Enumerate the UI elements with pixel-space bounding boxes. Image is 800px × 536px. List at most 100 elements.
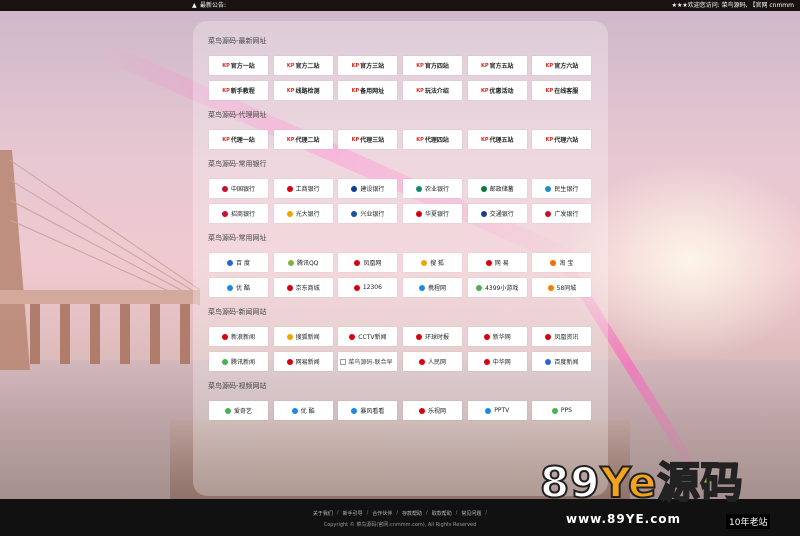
kp-logo-icon: KP: [416, 136, 424, 143]
youku-icon: [291, 407, 298, 414]
link-label: 凤凰资讯: [554, 334, 579, 341]
link-button[interactable]: 凤凰网: [338, 253, 398, 272]
link-button[interactable]: 网 易: [467, 253, 527, 272]
link-label: 代理四站: [424, 137, 449, 144]
links-panel: 菜鸟源码-最新网址 KP 官方一站 KP 官方二站 KP 官方三站 KP 官方四站 KP 官方五站 K…: [193, 21, 608, 496]
link-label: 中华网: [492, 359, 511, 366]
link-button[interactable]: 12306: [338, 278, 398, 297]
link-label: 备用网址: [360, 88, 385, 95]
link-button[interactable]: 暴风看看: [338, 401, 398, 420]
link-button[interactable]: 乐视网: [403, 401, 463, 420]
link-button[interactable]: 58同城: [532, 278, 592, 297]
baofeng-icon: [351, 407, 358, 414]
link-label: 官方六站: [554, 63, 579, 70]
link-label: 中国银行: [230, 186, 255, 193]
ccb-icon: [351, 185, 358, 192]
link-label: 代理五站: [489, 137, 514, 144]
link-button[interactable]: 交通银行: [467, 204, 527, 223]
link-button[interactable]: 凤凰资讯: [532, 327, 592, 346]
link-button[interactable]: KP 线路检测: [273, 81, 333, 100]
link-button[interactable]: 中华网: [467, 352, 527, 371]
link-button[interactable]: KP 代理三站: [338, 130, 398, 149]
link-button[interactable]: 百度新闻: [532, 352, 592, 371]
link-button[interactable]: 腾讯QQ: [273, 253, 333, 272]
link-button[interactable]: 腾讯新闻: [209, 352, 268, 371]
kp-logo-icon: KP: [480, 87, 489, 94]
link-button[interactable]: KP 在线客服: [532, 81, 592, 100]
link-button[interactable]: 爱奇艺: [209, 401, 268, 420]
kp-logo-icon: KP: [480, 136, 489, 143]
link-button[interactable]: KP 官方二站: [273, 56, 333, 75]
link-label: 携程网: [428, 285, 447, 292]
link-button[interactable]: KP 代理一站: [209, 130, 268, 149]
link-button[interactable]: KP 代理五站: [467, 130, 527, 149]
link-button[interactable]: 环球时报: [403, 327, 463, 346]
kp-logo-icon: KP: [416, 62, 424, 69]
link-button[interactable]: 招商银行: [209, 204, 268, 223]
ifeng-icon: [354, 259, 361, 266]
link-button[interactable]: 邮政储蓄: [467, 179, 527, 198]
link-button[interactable]: KP 代理四站: [403, 130, 463, 149]
link-label: 招商银行: [230, 211, 255, 218]
link-button[interactable]: KP 官方一站: [209, 56, 268, 75]
link-button[interactable]: 优 酷: [273, 401, 333, 420]
link-button[interactable]: 人民网: [403, 352, 463, 371]
link-button[interactable]: 建设银行: [338, 179, 398, 198]
footer-link[interactable]: 关于我们: [313, 510, 333, 517]
link-button[interactable]: KP 新手教程: [209, 81, 268, 100]
footer-link[interactable]: 取款帮助: [432, 510, 452, 517]
link-button[interactable]: 菜鸟源码-联合早: [338, 352, 398, 371]
link-button[interactable]: 兴业银行: [338, 204, 398, 223]
link-button[interactable]: KP 官方六站: [532, 56, 592, 75]
link-label: 广发银行: [554, 211, 579, 218]
link-grid: KP 官方一站 KP 官方二站 KP 官方三站 KP 官方四站 KP 官方五站 KP 官方六站 KP 新手…: [209, 56, 593, 100]
link-button[interactable]: PPTV: [467, 401, 527, 420]
link-button[interactable]: 农业银行: [403, 179, 463, 198]
link-button[interactable]: KP 代理六站: [532, 130, 592, 149]
kp-logo-icon: KP: [222, 62, 230, 69]
link-button[interactable]: 搜 狐: [403, 253, 463, 272]
link-button[interactable]: PPS: [532, 401, 592, 420]
link-button[interactable]: 百 度: [209, 253, 268, 272]
icbc-icon: [286, 185, 293, 192]
link-label: 代理三站: [360, 137, 385, 144]
link-button[interactable]: KP 官方四站: [403, 56, 463, 75]
footer-link[interactable]: 存款帮助: [402, 510, 422, 517]
kp-logo-icon: KP: [351, 62, 360, 69]
link-button[interactable]: KP 优惠活动: [467, 81, 527, 100]
link-button[interactable]: CCTV新闻: [338, 327, 398, 346]
link-button[interactable]: 广发银行: [532, 204, 592, 223]
link-button[interactable]: 淘 宝: [532, 253, 592, 272]
link-button[interactable]: 搜狐新闻: [273, 327, 333, 346]
link-label: 代理二站: [295, 137, 320, 144]
link-button[interactable]: 工商银行: [273, 179, 333, 198]
footer-link[interactable]: 常见问题: [461, 510, 481, 517]
baidu-news-icon: [545, 358, 552, 365]
link-button[interactable]: 新华网: [467, 327, 527, 346]
link-label: 优 酷: [300, 408, 315, 415]
footer-link[interactable]: 新手引导: [343, 510, 363, 517]
link-label: 建设银行: [360, 186, 385, 193]
link-button[interactable]: 光大银行: [273, 204, 333, 223]
link-button[interactable]: 华夏银行: [403, 204, 463, 223]
link-button[interactable]: KP 备用网址: [338, 81, 398, 100]
link-label: 优惠活动: [489, 88, 514, 95]
link-button[interactable]: 中国银行: [209, 179, 268, 198]
link-button[interactable]: 4399小游戏: [467, 278, 527, 297]
footer-link[interactable]: 合作伙伴: [372, 510, 392, 517]
link-label: 代理六站: [554, 137, 579, 144]
link-button[interactable]: 京东商城: [273, 278, 333, 297]
link-button[interactable]: KP 代理二站: [273, 130, 333, 149]
link-button[interactable]: 新浪新闻: [209, 327, 268, 346]
link-button[interactable]: 民生银行: [532, 179, 592, 198]
link-button[interactable]: 携程网: [403, 278, 463, 297]
link-button[interactable]: KP 官方三站: [338, 56, 398, 75]
link-button[interactable]: 网易新闻: [273, 352, 333, 371]
footer-separator: /: [426, 510, 428, 516]
link-button[interactable]: KP 官方五站: [467, 56, 527, 75]
link-button[interactable]: 优 酷: [209, 278, 268, 297]
link-label: 凤凰网: [363, 260, 382, 267]
link-button[interactable]: KP 玩法介绍: [403, 81, 463, 100]
watermark-logo: 89Ye源码 www.89YE.com 10年老站: [539, 461, 800, 536]
kp-logo-icon: KP: [286, 62, 295, 69]
